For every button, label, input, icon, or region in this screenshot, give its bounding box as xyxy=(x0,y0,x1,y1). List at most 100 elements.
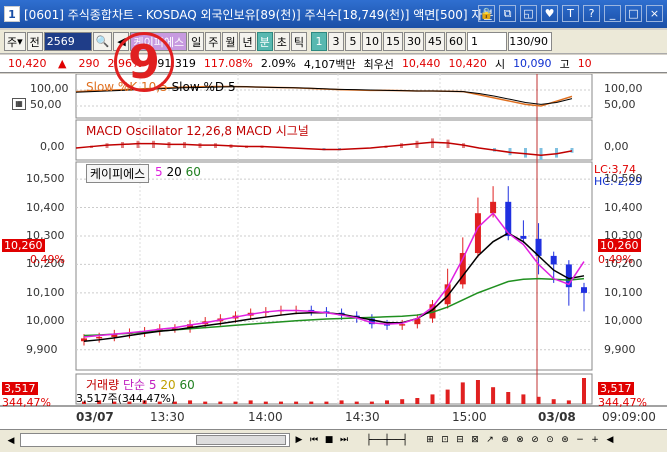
tool-icon-2[interactable]: ⊡ xyxy=(438,433,452,447)
tool-icon-9[interactable]: ⊙ xyxy=(543,433,557,447)
candle-body-21 xyxy=(399,324,406,326)
turnover-rate: 2.09% xyxy=(260,57,296,70)
x-time: 09:09:00 xyxy=(602,410,656,424)
macd-line xyxy=(75,141,573,156)
tool-icon-7[interactable]: ⊗ xyxy=(513,433,527,447)
type-select[interactable]: 주 ▾ xyxy=(4,32,26,51)
tool-icon-3[interactable]: ⊟ xyxy=(453,433,467,447)
last-icon[interactable]: ⏭ xyxy=(337,433,351,447)
tab-period-6[interactable]: 틱 xyxy=(290,32,307,51)
scrollbar[interactable] xyxy=(20,433,290,447)
volume-bar-10 xyxy=(233,401,238,404)
window-titlebar: 1 [0601] 주식종합차트 - KOSDAQ 외국인보유[89(천)] 주식… xyxy=(0,0,667,28)
tab-interval-1[interactable]: 3 xyxy=(327,32,344,51)
prev-button[interactable]: 전 xyxy=(26,32,43,51)
volume-bar-30 xyxy=(536,396,541,404)
tab-interval-7[interactable]: 60 xyxy=(445,32,466,51)
tab-interval-0[interactable]: 1 xyxy=(310,32,327,51)
unit-select[interactable]: 1 xyxy=(466,32,507,51)
zoom-in-icon[interactable]: + xyxy=(588,433,602,447)
tool-icon-4[interactable]: ⊠ xyxy=(468,433,482,447)
volume-bar-12 xyxy=(263,401,268,404)
volume-bar-31 xyxy=(551,399,556,404)
macd-tick-0: 0,00 xyxy=(40,140,65,153)
price-tick-7-l: 9,900 xyxy=(26,342,58,356)
window-control-7[interactable]: □ xyxy=(625,5,642,22)
macd-legend: MACD Oscillator 12,26,8 MACD 시그널 xyxy=(86,124,309,138)
scroll-end-icon[interactable]: ◀ xyxy=(603,433,617,447)
price-ma-legend: 케이피에스 xyxy=(86,164,150,183)
tab-interval-3[interactable]: 10 xyxy=(361,32,382,51)
tab-period-1[interactable]: 주 xyxy=(205,32,222,51)
stop-icon[interactable]: ■ xyxy=(322,433,336,447)
candle-body-1 xyxy=(96,336,103,339)
window-control-1[interactable]: ⧉ xyxy=(499,5,516,22)
tool-icon-10[interactable]: ⊛ xyxy=(558,433,572,447)
volume-bar-20 xyxy=(385,400,390,404)
stock-code-input[interactable]: 2569 xyxy=(43,32,92,51)
stoch-tick-50: 50,00 xyxy=(30,98,62,111)
open-label: 시 xyxy=(494,57,506,71)
window-control-8[interactable]: × xyxy=(646,5,663,22)
zoom-slider[interactable]: ├──┼──┤ xyxy=(352,433,422,447)
volume-ratio: 117.08% xyxy=(203,57,253,70)
tab-period-3[interactable]: 년 xyxy=(239,32,256,51)
tool-icon-6[interactable]: ⊕ xyxy=(498,433,512,447)
pref-label: 최우선 xyxy=(363,57,394,71)
price-tick-5-l: 10,100 xyxy=(26,285,65,299)
scrollbar-thumb[interactable] xyxy=(196,435,286,445)
x-label-1330: 13:30 xyxy=(150,410,185,424)
candle-body-31 xyxy=(550,255,557,265)
interval-tabs: 1 3 5 10 15 30 45 60 xyxy=(310,32,466,51)
chart-area[interactable]: Slow %K 10,5 Slow %D 5 100,00 50,00 100,… xyxy=(0,74,667,429)
grid-icon[interactable]: ▦ xyxy=(12,98,26,110)
price-tick-5-r: 10,100 xyxy=(604,285,643,299)
tool-icon-8[interactable]: ⊘ xyxy=(528,433,542,447)
tool-icon-1[interactable]: ⊞ xyxy=(423,433,437,447)
tab-interval-4[interactable]: 15 xyxy=(382,32,403,51)
ask-price: 10,440 xyxy=(401,57,441,70)
volume-bar-21 xyxy=(400,399,405,404)
price-tick-6-r: 10,000 xyxy=(604,314,643,328)
price-tick-1-l: 10,400 xyxy=(26,200,65,214)
search-icon[interactable]: 🔍 xyxy=(92,32,113,51)
high-label: 고 xyxy=(559,57,570,71)
tab-period-5[interactable]: 초 xyxy=(273,32,290,51)
first-icon[interactable]: ⏮ xyxy=(307,433,321,447)
price-change: 290 xyxy=(78,57,100,70)
volume-bar-29 xyxy=(521,394,526,404)
tab-interval-2[interactable]: 5 xyxy=(344,32,361,51)
window-control-0[interactable]: 🔒 xyxy=(478,5,495,22)
app-icon: 1 xyxy=(4,6,20,22)
price-tick-6-l: 10,000 xyxy=(26,314,65,328)
scroll-left-icon[interactable]: ◀ xyxy=(4,434,18,448)
window-control-3[interactable]: ♥ xyxy=(541,5,558,22)
window-control-4[interactable]: T xyxy=(562,5,579,22)
price-tick-0-r: 10,500 xyxy=(604,172,643,186)
zoom-out-icon[interactable]: − xyxy=(573,433,587,447)
bid-price: 10,420 xyxy=(448,57,487,70)
window-control-6[interactable]: _ xyxy=(604,5,621,22)
tab-period-0[interactable]: 일 xyxy=(188,32,205,51)
tab-interval-6[interactable]: 45 xyxy=(424,32,445,51)
scroll-right-icon[interactable]: ▶ xyxy=(292,433,306,447)
x-label-1430: 14:30 xyxy=(345,410,380,424)
price-tick-0-l: 10,500 xyxy=(26,172,65,186)
price-tick-7-r: 9,900 xyxy=(604,342,636,356)
quote-bar: 10,420 ▲ 290 2.96% 391,319 117.08% 2.09%… xyxy=(0,55,667,73)
volume-bar-15 xyxy=(309,401,314,404)
volume-bar-11 xyxy=(248,400,253,404)
tool-icon-5[interactable]: ↗ xyxy=(483,433,497,447)
window-control-5[interactable]: ? xyxy=(583,5,600,22)
volume-bar-7 xyxy=(188,400,193,404)
volume-bar-26 xyxy=(475,380,480,404)
tab-interval-5[interactable]: 30 xyxy=(403,32,424,51)
count-input[interactable]: 130/90 xyxy=(507,32,552,51)
candle-body-33 xyxy=(581,287,587,293)
x-label-1500: 15:00 xyxy=(452,410,487,424)
tab-period-4[interactable]: 분 xyxy=(256,32,273,51)
window-control-2[interactable]: ◱ xyxy=(520,5,537,22)
stoch-tick-100-right: 100,00 xyxy=(604,82,643,95)
tab-period-2[interactable]: 월 xyxy=(222,32,239,51)
macd-tick-0-right: 0,00 xyxy=(604,140,629,153)
